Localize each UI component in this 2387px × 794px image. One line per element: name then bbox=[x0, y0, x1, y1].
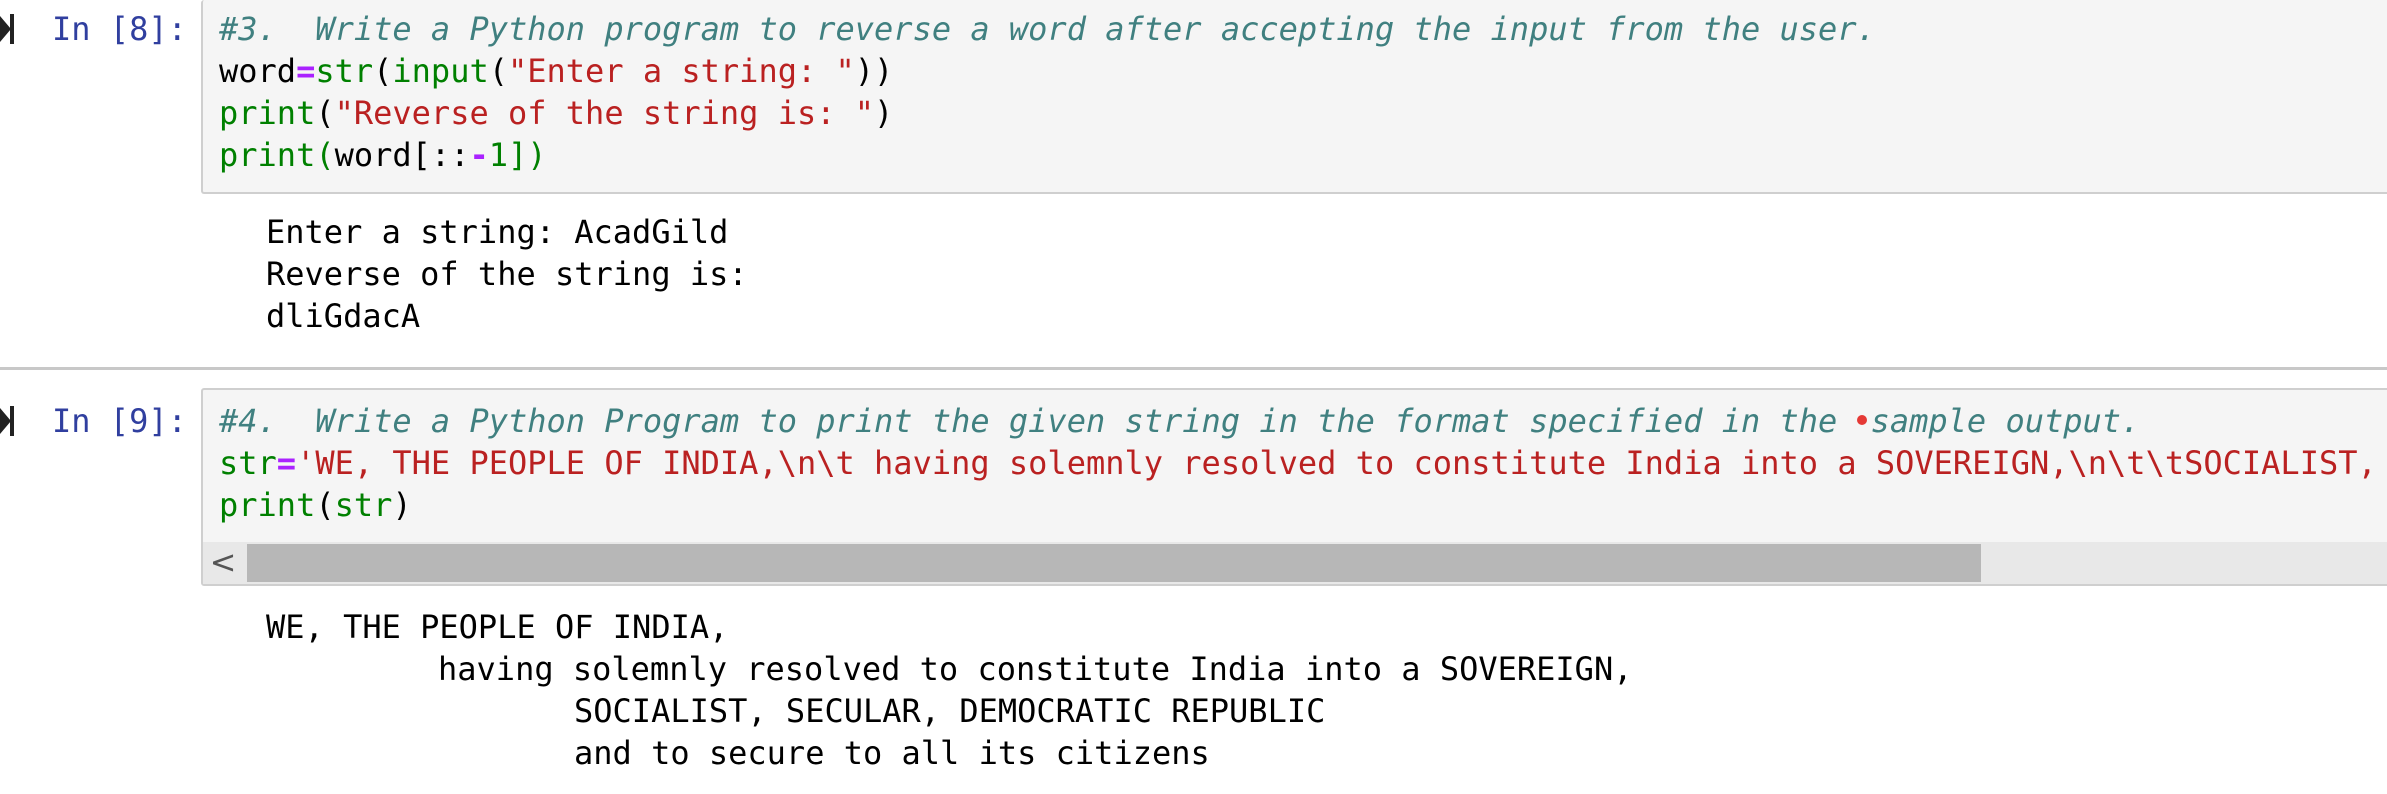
output-line: Enter a string: AcadGild bbox=[266, 213, 729, 251]
code-line-3: print("Reverse of the string is: ") bbox=[219, 94, 894, 132]
output-line: Reverse of the string is: bbox=[266, 255, 748, 293]
code-line-3: print(str) bbox=[219, 486, 412, 524]
output-line: having solemnly resolved to constitute I… bbox=[438, 650, 1633, 688]
code-comment: #4. Write a Python Program to print the … bbox=[219, 402, 2141, 440]
output-line: and to secure to all its citizens bbox=[574, 734, 1210, 772]
horizontal-scrollbar[interactable]: < bbox=[203, 542, 2387, 584]
run-indicator-icon[interactable] bbox=[0, 12, 14, 46]
cell-input-area[interactable]: #3. Write a Python program to reverse a … bbox=[201, 0, 2387, 194]
red-dot-marker bbox=[1856, 415, 1867, 425]
code-line-2: str='WE, THE PEOPLE OF INDIA,\n\t having… bbox=[219, 444, 2377, 482]
cell-prompt: In [9]: bbox=[52, 402, 187, 440]
run-indicator-icon[interactable] bbox=[0, 404, 14, 438]
output-line: WE, THE PEOPLE OF INDIA, bbox=[266, 608, 729, 646]
code-cell-9[interactable]: In [9]: #4. Write a Python Program to pr… bbox=[0, 380, 2387, 794]
scrollbar-thumb[interactable] bbox=[247, 544, 1981, 582]
output-line: SOCIALIST, SECULAR, DEMOCRATIC REPUBLIC bbox=[574, 692, 1326, 730]
cell-divider bbox=[0, 367, 2387, 370]
cell-input-area[interactable]: #4. Write a Python Program to print the … bbox=[201, 388, 2387, 586]
cell-prompt: In [8]: bbox=[52, 10, 187, 48]
code-cell-8[interactable]: In [8]: #3. Write a Python program to re… bbox=[0, 0, 2387, 360]
scroll-left-icon[interactable]: < bbox=[203, 542, 243, 584]
code-comment: #3. Write a Python program to reverse a … bbox=[219, 10, 1876, 48]
code-line-2: word=str(input("Enter a string: ")) bbox=[219, 52, 894, 90]
code-line-4: print(word[::-1]) bbox=[219, 136, 547, 174]
output-line: dliGdacA bbox=[266, 297, 421, 335]
